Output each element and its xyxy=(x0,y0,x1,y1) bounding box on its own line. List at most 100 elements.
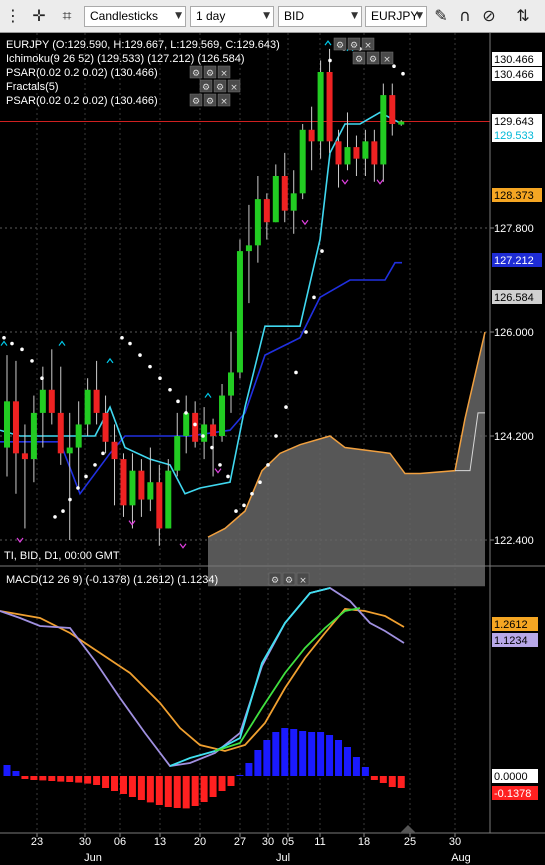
candle-body xyxy=(290,193,297,211)
symbol-select[interactable]: EURJPY ▼ xyxy=(365,6,427,27)
crop-icon[interactable]: ⌗ xyxy=(56,5,78,27)
psar-dot xyxy=(312,295,316,300)
macd-histogram-bar xyxy=(343,747,351,776)
macd-histogram-bar xyxy=(12,771,20,776)
macd-histogram-bar xyxy=(102,776,110,788)
candle-body xyxy=(281,176,288,211)
psar-dot xyxy=(242,503,246,508)
gear-icon: ⚙ xyxy=(369,55,377,65)
candle-body xyxy=(380,95,387,165)
psar-dot xyxy=(234,509,238,513)
candle-body xyxy=(335,141,342,165)
price-tag-text: 128.373 xyxy=(494,190,534,202)
gear-icon: ⚙ xyxy=(216,83,224,93)
candle-body xyxy=(317,72,324,142)
candle-body xyxy=(263,199,270,223)
psar-dot xyxy=(284,405,288,409)
month-label: Jul xyxy=(276,852,290,864)
chart-type-select[interactable]: Candlesticks ▼ xyxy=(84,6,186,27)
psar-dot xyxy=(168,387,172,392)
macd-histogram-bar xyxy=(361,767,369,776)
macd-histogram-bar xyxy=(155,776,163,805)
psar-dot xyxy=(148,364,152,369)
macd-histogram-bar xyxy=(254,750,262,776)
psar-dot xyxy=(40,376,44,381)
gear-icon: ⚙ xyxy=(192,97,200,107)
price-type-value: BID xyxy=(284,9,305,23)
psar-dot xyxy=(210,445,214,450)
date-label: 25 xyxy=(404,836,416,848)
date-label: 13 xyxy=(154,836,166,848)
psar-dot xyxy=(61,509,65,513)
macd-histogram-bar xyxy=(281,728,289,776)
candle-body xyxy=(75,424,82,448)
psar-dot xyxy=(401,71,405,76)
close-icon: × xyxy=(220,69,228,79)
chevron-down-icon: ▼ xyxy=(416,11,423,21)
crosshair-icon[interactable]: ✛ xyxy=(28,5,50,27)
macd-histogram-bar xyxy=(379,776,387,783)
symbol-value: EURJPY xyxy=(371,9,419,23)
price-tag-text: 130.466 xyxy=(494,69,534,81)
macd-histogram-bar xyxy=(164,776,172,807)
candle-body xyxy=(48,389,55,413)
pencil-icon[interactable]: ✎ xyxy=(430,5,452,27)
macd-histogram-bar xyxy=(290,729,298,776)
gear-icon: ⚙ xyxy=(350,41,358,51)
macd-histogram-bar xyxy=(39,776,47,781)
candle-body xyxy=(326,72,333,142)
psar-dot xyxy=(184,411,188,415)
candle-body xyxy=(165,470,172,529)
macd-tag-text: 1.2612 xyxy=(494,619,528,631)
date-label: 30 xyxy=(449,836,461,848)
candle-body xyxy=(30,412,37,460)
psar-dot xyxy=(53,515,57,519)
psar-dot xyxy=(30,359,34,363)
macd-tag-text: -0.1378 xyxy=(494,788,531,800)
gear-icon: ⚙ xyxy=(355,55,363,65)
sidebar-toggle-icon[interactable]: ⋮ xyxy=(2,5,24,27)
ichimoku-label: Ichimoku(9 26 52) (129.533) (127.212) (1… xyxy=(6,53,244,65)
price-type-select[interactable]: BID ▼ xyxy=(278,6,362,27)
candle-body xyxy=(84,389,91,425)
eye-slash-icon[interactable]: ⊘ xyxy=(478,5,500,27)
candle-body xyxy=(362,141,369,159)
macd-histogram-bar xyxy=(227,776,235,786)
chart-area[interactable]: 1.2612 1.1234 0.0000 -0.1378 EURJPY (O:129.… xyxy=(0,33,545,865)
candle-body xyxy=(210,424,217,436)
candle-body xyxy=(371,141,378,165)
macd-histogram-bar xyxy=(308,732,316,776)
psar-dot xyxy=(2,335,6,340)
candle-body xyxy=(219,395,226,436)
magnet-icon[interactable]: ∩ xyxy=(454,5,476,27)
price-tick-label: 122.400 xyxy=(494,535,534,547)
candle-body xyxy=(183,412,190,436)
timeframe-select[interactable]: 1 day ▼ xyxy=(190,6,274,27)
psar-dot xyxy=(20,347,24,352)
candle-body xyxy=(174,436,181,471)
macd-histogram-bar xyxy=(48,776,56,781)
macd-histogram-bar xyxy=(111,776,119,791)
date-label: 23 xyxy=(31,836,43,848)
psar-dot xyxy=(304,330,308,334)
fractals-label: Fractals(5) xyxy=(6,81,59,93)
candle-body xyxy=(66,447,73,454)
psar-dot xyxy=(392,64,396,69)
psar-label: PSAR(0.02 0.2 0.02) (130.466) xyxy=(6,67,158,79)
macd-histogram-bar xyxy=(182,776,190,809)
candle-body xyxy=(138,470,145,500)
price-tick-label: 127.800 xyxy=(494,223,534,235)
sort-icon[interactable]: ⇅ xyxy=(508,5,538,27)
psar-dot xyxy=(328,58,332,63)
toolbar: ⋮ ✛ ⌗ Candlesticks ▼ 1 day ▼ BID ▼ EURJP… xyxy=(0,0,545,33)
macd-histogram-bar xyxy=(128,776,136,797)
month-label: Aug xyxy=(451,852,471,864)
macd-histogram-bar xyxy=(370,776,378,780)
candle-body xyxy=(93,389,100,413)
candle-body xyxy=(21,453,28,460)
price-tag-text: 129.643 xyxy=(494,116,534,128)
macd-histogram-bar xyxy=(299,731,307,776)
candle-body xyxy=(228,372,234,396)
price-tick-label: 126.000 xyxy=(494,327,534,339)
macd-histogram-bar xyxy=(263,740,271,776)
